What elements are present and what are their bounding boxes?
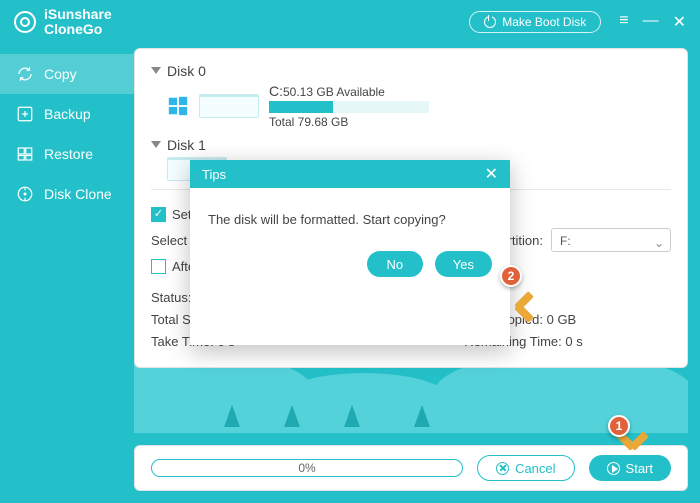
app-title: iSunshare CloneGo — [44, 7, 112, 36]
dialog-title: Tips — [202, 167, 226, 182]
tips-dialog: Tips ✕ The disk will be formatted. Start… — [190, 160, 510, 345]
cancel-icon — [496, 462, 509, 475]
copy-icon — [16, 65, 34, 83]
footer-panel: 0% Cancel Start — [134, 445, 688, 491]
disk0-drive[interactable]: C:50.13 GB Available Total 79.68 GB — [167, 83, 671, 129]
disk0-header[interactable]: Disk 0 — [151, 63, 671, 79]
backup-icon — [16, 105, 34, 123]
make-boot-label: Make Boot Disk — [502, 15, 586, 29]
brand-line2: CloneGo — [44, 22, 112, 37]
sidebar-label: Copy — [44, 66, 77, 82]
usage-bar — [269, 101, 429, 113]
chevron-down-icon — [151, 67, 161, 79]
cancel-button[interactable]: Cancel — [477, 455, 574, 481]
dialog-message: The disk will be formatted. Start copyin… — [190, 188, 510, 251]
partition-select[interactable]: F: — [551, 228, 671, 252]
drive-available: 50.13 GB Available — [283, 85, 385, 99]
power-icon — [484, 16, 496, 28]
sidebar-label: Disk Clone — [44, 186, 112, 202]
progress-bar: 0% — [151, 459, 463, 477]
annotation-marker-1: 1 — [608, 415, 630, 437]
sidebar-item-backup[interactable]: Backup — [0, 94, 134, 134]
annotation-marker-2: 2 — [500, 265, 522, 287]
sidebar: Copy Backup Restore Disk Clone — [0, 44, 134, 503]
disk1-header[interactable]: Disk 1 — [151, 137, 671, 153]
sidebar-item-copy[interactable]: Copy — [0, 54, 134, 94]
menu-icon[interactable]: ≡ — [619, 12, 628, 32]
play-icon — [607, 462, 620, 475]
disk-clone-icon — [16, 185, 34, 203]
drive-icon — [199, 94, 259, 118]
progress-text: 0% — [298, 461, 315, 475]
chevron-down-icon — [151, 141, 161, 153]
annotation-arrow-2 — [508, 295, 538, 325]
app-logo-icon — [14, 11, 36, 33]
dialog-no-button[interactable]: No — [367, 251, 423, 277]
brand-line1: iSunshare — [44, 7, 112, 22]
make-boot-disk-button[interactable]: Make Boot Disk — [469, 11, 601, 33]
restore-icon — [16, 145, 34, 163]
close-icon[interactable]: ✕ — [673, 12, 686, 32]
drive-letter: C: — [269, 83, 283, 99]
sidebar-label: Restore — [44, 146, 93, 162]
dialog-close-icon[interactable]: ✕ — [485, 164, 498, 184]
sidebar-item-disk-clone[interactable]: Disk Clone — [0, 174, 134, 214]
dialog-yes-button[interactable]: Yes — [435, 251, 492, 277]
sidebar-item-restore[interactable]: Restore — [0, 134, 134, 174]
sidebar-label: Backup — [44, 106, 91, 122]
windows-icon — [167, 95, 189, 117]
minimize-icon[interactable]: — — [643, 12, 659, 32]
drive-total: Total 79.68 GB — [269, 115, 429, 129]
